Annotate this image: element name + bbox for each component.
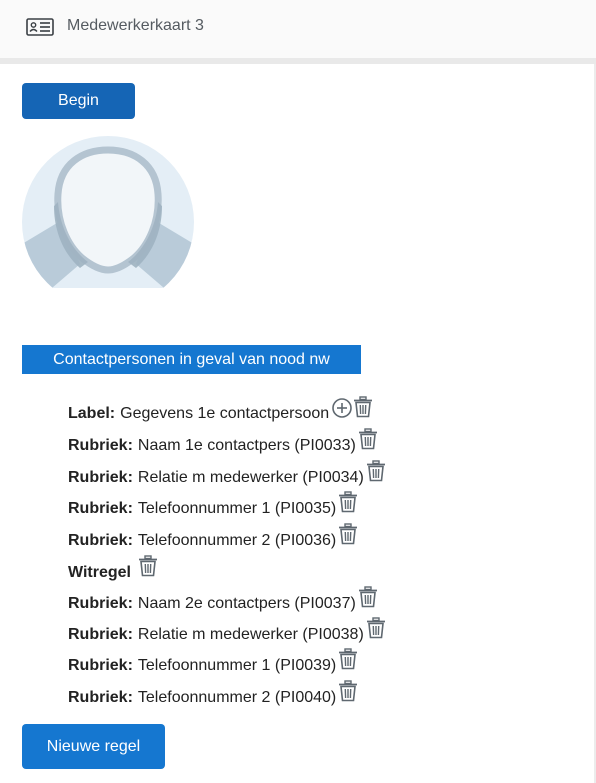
page-title: Medewerkerkaart 3 (67, 17, 204, 34)
id-card-icon (26, 18, 54, 36)
trash-icon[interactable] (338, 523, 358, 545)
row-text: Telefoonnummer 2 (PI0040) (137, 689, 337, 706)
row-key: Rubriek: (68, 626, 133, 643)
begin-button[interactable]: Begin (22, 83, 135, 119)
list-item: Label: Gegevens 1e contactpersoon (68, 396, 373, 427)
trash-icon[interactable] (366, 460, 386, 482)
row-key: Rubriek: (68, 689, 133, 706)
row-text: Naam 1e contactpers (PI0033) (137, 437, 356, 454)
trash-icon[interactable] (138, 555, 158, 577)
row-key: Label: (68, 405, 116, 422)
trash-icon[interactable] (338, 648, 358, 670)
row-text: Telefoonnummer 1 (PI0035) (137, 500, 337, 517)
list-item: Rubriek: Telefoonnummer 1 (PI0035) (68, 491, 358, 522)
row-key: Witregel (68, 564, 131, 581)
row-key: Rubriek: (68, 469, 133, 486)
row-text: Relatie m medewerker (PI0034) (137, 469, 364, 486)
row-key: Rubriek: (68, 437, 133, 454)
list-item: Rubriek: Relatie m medewerker (PI0038) (68, 617, 386, 648)
list-item: Rubriek: Naam 2e contactpers (PI0037) (68, 586, 378, 617)
add-icon[interactable] (331, 397, 352, 419)
new-row-button[interactable]: Nieuwe regel (22, 724, 165, 769)
row-text: Gegevens 1e contactpersoon (120, 405, 330, 422)
row-key: Rubriek: (68, 532, 133, 549)
trash-icon[interactable] (338, 680, 358, 702)
trash-icon[interactable] (338, 491, 358, 513)
row-text: Naam 2e contactpers (PI0037) (137, 595, 356, 612)
row-key: Rubriek: (68, 500, 133, 517)
page-header: Medewerkerkaart 3 (0, 0, 596, 64)
row-text: Relatie m medewerker (PI0038) (137, 626, 364, 643)
list-item: Witregel (68, 555, 158, 586)
list-item: Rubriek: Relatie m medewerker (PI0034) (68, 460, 386, 491)
row-text: Telefoonnummer 2 (PI0036) (137, 532, 337, 549)
trash-icon[interactable] (366, 617, 386, 639)
section-title-bar: Contactpersonen in geval van nood nw (22, 345, 361, 374)
trash-icon[interactable] (358, 586, 378, 608)
trash-icon[interactable] (353, 396, 373, 418)
row-text: Telefoonnummer 1 (PI0039) (137, 657, 337, 674)
avatar-placeholder (22, 136, 194, 288)
list-item: Rubriek: Naam 1e contactpers (PI0033) (68, 428, 378, 459)
row-key: Rubriek: (68, 657, 133, 674)
trash-icon[interactable] (358, 428, 378, 450)
list-item: Rubriek: Telefoonnummer 2 (PI0040) (68, 680, 358, 711)
row-key: Rubriek: (68, 595, 133, 612)
list-item: Rubriek: Telefoonnummer 2 (PI0036) (68, 523, 358, 554)
list-item: Rubriek: Telefoonnummer 1 (PI0039) (68, 648, 358, 679)
